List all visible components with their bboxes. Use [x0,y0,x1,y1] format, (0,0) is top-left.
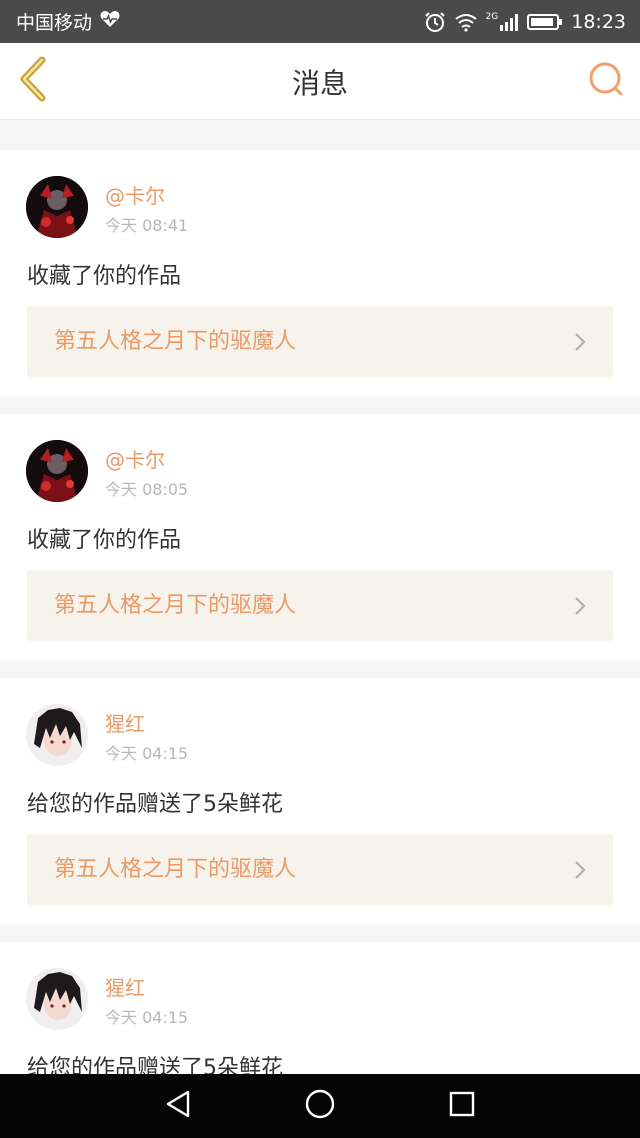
search-button[interactable] [586,61,626,101]
message-card: 猩红 今天 04:15 给您的作品赠送了5朵鲜花 第五人格之月下的驱魔人 [0,678,640,924]
search-icon [588,61,624,101]
system-nav-bar [0,1074,640,1138]
message-text: 收藏了你的作品 [27,528,182,553]
cell-signal-icon: 2G [486,12,520,32]
work-link[interactable]: 第五人格之月下的驱魔人 [27,834,613,905]
avatar[interactable] [26,968,88,1030]
avatar[interactable] [26,176,88,238]
wifi-icon [454,12,478,32]
message-card: @卡尔 今天 08:05 收藏了你的作品 第五人格之月下的驱魔人 [0,414,640,660]
battery-icon [527,13,563,31]
message-card: @卡尔 今天 08:41 收藏了你的作品 第五人格之月下的驱魔人 [0,150,640,396]
square-recents-icon [448,1090,476,1122]
status-bar: 中国移动 2G 18:23 [0,0,640,43]
work-title: 第五人格之月下的驱魔人 [54,329,297,354]
chevron-right-icon [573,331,587,353]
message-text: 收藏了你的作品 [27,264,182,289]
network-type-label: 2G [485,11,499,22]
heart-icon [100,10,120,33]
dark-hair-avatar-image [26,968,88,1030]
sender-name[interactable]: 猩红 [105,972,145,1001]
message-card: 猩红 今天 04:15 给您的作品赠送了5朵鲜花 [0,942,640,1074]
alarm-icon [424,11,446,33]
carrier-label: 中国移动 [16,12,93,34]
system-back-button[interactable] [162,1090,194,1122]
triangle-back-icon [164,1089,192,1123]
avatar[interactable] [26,440,88,502]
back-button[interactable] [14,56,54,106]
red-dark-avatar-image [26,176,88,238]
message-text: 给您的作品赠送了5朵鲜花 [27,1056,283,1074]
circle-home-icon [304,1088,336,1124]
system-recents-button[interactable] [446,1090,478,1122]
message-list[interactable]: @卡尔 今天 08:41 收藏了你的作品 第五人格之月下的驱魔人 @卡尔 今天 … [0,132,640,1074]
work-title: 第五人格之月下的驱魔人 [54,593,297,618]
clock-label: 18:23 [571,10,626,33]
work-link[interactable]: 第五人格之月下的驱魔人 [27,570,613,641]
work-link[interactable]: 第五人格之月下的驱魔人 [27,306,613,377]
message-text: 给您的作品赠送了5朵鲜花 [27,792,283,817]
system-home-button[interactable] [304,1088,336,1124]
red-dark-avatar-image [26,440,88,502]
message-time: 今天 04:15 [105,1008,189,1027]
chevron-right-icon [573,595,587,617]
chevron-left-icon [18,56,50,106]
chevron-right-icon [573,859,587,881]
work-title: 第五人格之月下的驱魔人 [54,857,297,882]
message-time: 今天 08:05 [105,480,189,499]
sender-name[interactable]: @卡尔 [105,180,165,209]
message-time: 今天 04:15 [105,744,189,763]
header-bar: 消息 [0,43,640,120]
avatar[interactable] [26,704,88,766]
page-title: 消息 [291,66,348,100]
sender-name[interactable]: @卡尔 [105,444,165,473]
sender-name[interactable]: 猩红 [105,708,145,737]
dark-hair-avatar-image [26,704,88,766]
message-time: 今天 08:41 [105,216,189,235]
